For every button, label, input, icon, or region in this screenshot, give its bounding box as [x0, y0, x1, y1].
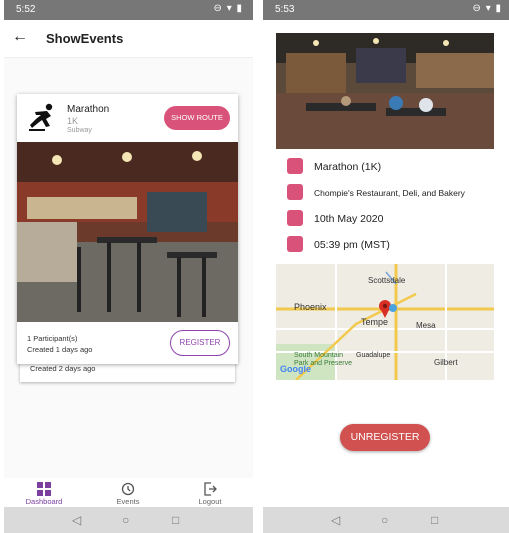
- map-label: Mesa: [416, 321, 436, 330]
- clock-icon: [287, 236, 303, 252]
- status-time: 5:52: [16, 4, 36, 15]
- venue-name: Chompie's Restaurant, Deli, and Bakery: [314, 188, 465, 198]
- location-map[interactable]: Scottsdale Phoenix Tempe Mesa South Moun…: [276, 264, 494, 380]
- google-logo: Google: [280, 364, 311, 374]
- map-label: Gilbert: [434, 358, 458, 367]
- phone-screen-event-details: 5:53 ⊖ ▾ ▮ Marathon (1K) Chompie's Resta…: [263, 0, 509, 533]
- system-navigation-bar: ◁ ○ □: [263, 507, 509, 533]
- status-icons: ⊖ ▾ ▮: [472, 3, 502, 14]
- nav-home-icon[interactable]: ○: [381, 513, 388, 527]
- event-distance: 1K: [67, 116, 79, 126]
- page-title: ShowEvents: [46, 31, 124, 46]
- nav-label: Dashboard: [25, 497, 63, 506]
- nav-logout[interactable]: Logout: [180, 482, 240, 506]
- phone-screen-showevents: 5:52 ⊖ ▾ ▮ ← ShowEvents Created 2 days a…: [4, 0, 253, 533]
- history-icon: [121, 482, 135, 496]
- runner-icon: [29, 103, 53, 131]
- divider: [256, 0, 258, 533]
- event-card[interactable]: Marathon 1K Subway SHOW ROUTE 1 Particip…: [17, 94, 238, 364]
- register-button[interactable]: REGISTER: [170, 330, 230, 356]
- nav-back-icon[interactable]: ◁: [72, 513, 81, 527]
- dashboard-icon: [37, 482, 51, 496]
- status-bar: 5:53 ⊖ ▾ ▮: [263, 0, 509, 20]
- created-text: Created 1 days ago: [27, 345, 93, 354]
- back-arrow-icon[interactable]: ←: [12, 28, 28, 46]
- nav-recents-icon[interactable]: □: [431, 513, 438, 527]
- nav-events[interactable]: Events: [98, 482, 158, 506]
- map-label: Scottsdale: [368, 276, 406, 285]
- event-location: Subway: [67, 127, 92, 134]
- participants-count: 1 Participant(s): [27, 334, 78, 343]
- event-title: Marathon (1K): [314, 161, 382, 173]
- restaurant-photo: [17, 142, 238, 322]
- person-icon: [287, 158, 303, 174]
- logout-icon: [204, 482, 217, 496]
- calendar-icon: [287, 210, 303, 226]
- event-date: 10th May 2020: [314, 213, 384, 225]
- bottom-navigation: Dashboard Events Logout: [4, 478, 253, 508]
- status-time: 5:53: [275, 4, 295, 15]
- show-route-button[interactable]: SHOW ROUTE: [164, 106, 230, 130]
- event-name: Marathon: [67, 104, 110, 115]
- app-bar: ← ShowEvents: [4, 20, 253, 58]
- event-time: 05:39 pm (MST): [314, 239, 390, 251]
- nav-label: Events: [116, 497, 140, 506]
- nav-label: Logout: [198, 497, 222, 506]
- created-text: Created 2 days ago: [30, 364, 96, 373]
- map-label: Phoenix: [294, 302, 327, 312]
- map-label: Guadalupe: [356, 352, 391, 359]
- nav-home-icon[interactable]: ○: [122, 513, 129, 527]
- system-navigation-bar: ◁ ○ □: [4, 507, 253, 533]
- unregister-button[interactable]: UNREGISTER: [340, 424, 430, 451]
- status-bar: 5:52 ⊖ ▾ ▮: [4, 0, 253, 20]
- compass-icon: [287, 184, 303, 200]
- nav-dashboard[interactable]: Dashboard: [14, 482, 74, 506]
- restaurant-photo: [276, 33, 494, 149]
- status-icons: ⊖ ▾ ▮: [213, 3, 243, 14]
- nav-recents-icon[interactable]: □: [172, 513, 179, 527]
- nav-back-icon[interactable]: ◁: [331, 513, 340, 527]
- map-label: Tempe: [361, 317, 389, 327]
